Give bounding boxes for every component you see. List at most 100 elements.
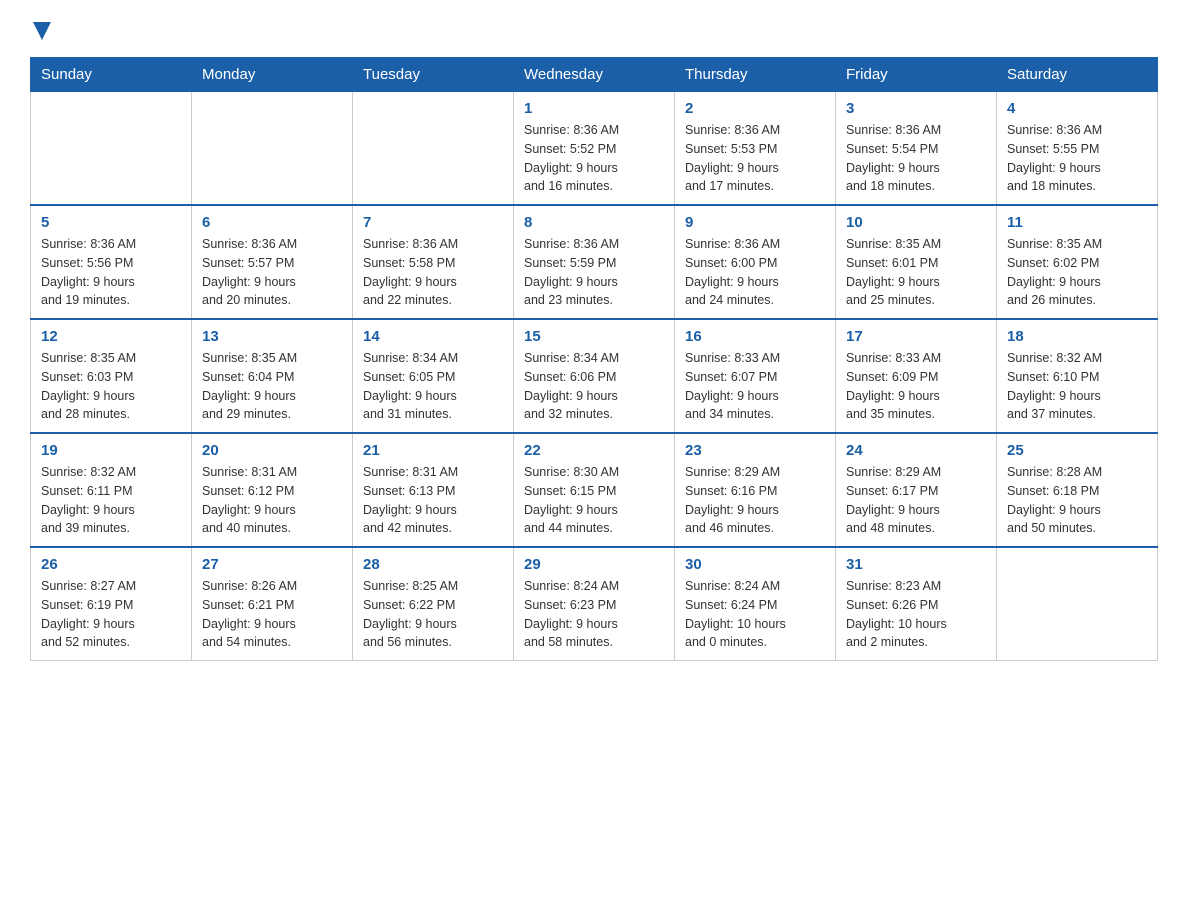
- day-info: Sunrise: 8:32 AM Sunset: 6:11 PM Dayligh…: [41, 463, 181, 538]
- day-info: Sunrise: 8:25 AM Sunset: 6:22 PM Dayligh…: [363, 577, 503, 652]
- day-info: Sunrise: 8:28 AM Sunset: 6:18 PM Dayligh…: [1007, 463, 1147, 538]
- day-number: 31: [846, 556, 986, 573]
- calendar-cell: 28 Sunrise: 8:25 AM Sunset: 6:22 PM Dayli…: [353, 547, 514, 661]
- day-info: Sunrise: 8:33 AM Sunset: 6:09 PM Dayligh…: [846, 349, 986, 424]
- calendar-cell: 27Sunrise: 8:26 AM Sunset: 6:21 PM Dayli…: [192, 547, 353, 661]
- day-number: 2: [685, 100, 825, 117]
- calendar-cell: [353, 92, 514, 206]
- day-info: Sunrise: 8:27 AM Sunset: 6:19 PM Dayligh…: [41, 577, 181, 652]
- day-number: 5: [41, 214, 181, 231]
- week-row-3: 12Sunrise: 8:35 AM Sunset: 6:03 PM Dayli…: [31, 319, 1158, 433]
- day-number: 19: [41, 442, 181, 459]
- calendar-cell: 21 Sunrise: 8:31 AM Sunset: 6:13 PM Dayli…: [353, 433, 514, 547]
- day-info: Sunrise: 8:29 AM Sunset: 6:16 PM Dayligh…: [685, 463, 825, 538]
- calendar-cell: 8Sunrise: 8:36 AM Sunset: 5:59 PM Daylig…: [514, 205, 675, 319]
- day-info: Sunrise: 8:36 AM Sunset: 5:55 PM Dayligh…: [1007, 121, 1147, 196]
- page-header: [30, 20, 1158, 41]
- day-number: 15: [524, 328, 664, 345]
- weekday-header-friday: Friday: [836, 58, 997, 92]
- day-info: Sunrise: 8:31 AM Sunset: 6:12 PM Dayligh…: [202, 463, 342, 538]
- calendar-cell: 11 Sunrise: 8:35 AM Sunset: 6:02 PM Dayli…: [997, 205, 1158, 319]
- day-info: Sunrise: 8:35 AM Sunset: 6:01 PM Dayligh…: [846, 235, 986, 310]
- calendar-cell: 16 Sunrise: 8:33 AM Sunset: 6:07 PM Dayli…: [675, 319, 836, 433]
- calendar-cell: [192, 92, 353, 206]
- day-number: 16: [685, 328, 825, 345]
- logo: [30, 20, 51, 41]
- day-number: 22: [524, 442, 664, 459]
- day-info: Sunrise: 8:36 AM Sunset: 5:56 PM Dayligh…: [41, 235, 181, 310]
- day-info: Sunrise: 8:34 AM Sunset: 6:05 PM Dayligh…: [363, 349, 503, 424]
- day-info: Sunrise: 8:35 AM Sunset: 6:03 PM Dayligh…: [41, 349, 181, 424]
- calendar-cell: 18 Sunrise: 8:32 AM Sunset: 6:10 PM Dayli…: [997, 319, 1158, 433]
- calendar-cell: 7 Sunrise: 8:36 AM Sunset: 5:58 PM Daylig…: [353, 205, 514, 319]
- logo-triangle-icon: [33, 22, 51, 40]
- day-info: Sunrise: 8:24 AM Sunset: 6:24 PM Dayligh…: [685, 577, 825, 652]
- day-number: 4: [1007, 100, 1147, 117]
- day-info: Sunrise: 8:26 AM Sunset: 6:21 PM Dayligh…: [202, 577, 342, 652]
- day-number: 13: [202, 328, 342, 345]
- calendar-cell: 2 Sunrise: 8:36 AM Sunset: 5:53 PM Daylig…: [675, 92, 836, 206]
- day-info: Sunrise: 8:31 AM Sunset: 6:13 PM Dayligh…: [363, 463, 503, 538]
- day-number: 9: [685, 214, 825, 231]
- week-row-5: 26 Sunrise: 8:27 AM Sunset: 6:19 PM Dayli…: [31, 547, 1158, 661]
- day-info: Sunrise: 8:36 AM Sunset: 5:57 PM Dayligh…: [202, 235, 342, 310]
- day-number: 24: [846, 442, 986, 459]
- day-number: 30: [685, 556, 825, 573]
- calendar-cell: 5 Sunrise: 8:36 AM Sunset: 5:56 PM Daylig…: [31, 205, 192, 319]
- calendar-cell: 15 Sunrise: 8:34 AM Sunset: 6:06 PM Dayli…: [514, 319, 675, 433]
- day-info: Sunrise: 8:36 AM Sunset: 6:00 PM Dayligh…: [685, 235, 825, 310]
- calendar-cell: 1 Sunrise: 8:36 AM Sunset: 5:52 PM Daylig…: [514, 92, 675, 206]
- day-info: Sunrise: 8:35 AM Sunset: 6:02 PM Dayligh…: [1007, 235, 1147, 310]
- day-info: Sunrise: 8:33 AM Sunset: 6:07 PM Dayligh…: [685, 349, 825, 424]
- calendar-cell: 25 Sunrise: 8:28 AM Sunset: 6:18 PM Dayli…: [997, 433, 1158, 547]
- calendar-cell: 14Sunrise: 8:34 AM Sunset: 6:05 PM Dayli…: [353, 319, 514, 433]
- weekday-header-saturday: Saturday: [997, 58, 1158, 92]
- calendar-cell: 29Sunrise: 8:24 AM Sunset: 6:23 PM Dayli…: [514, 547, 675, 661]
- day-info: Sunrise: 8:23 AM Sunset: 6:26 PM Dayligh…: [846, 577, 986, 652]
- day-number: 7: [363, 214, 503, 231]
- calendar-cell: [997, 547, 1158, 661]
- day-info: Sunrise: 8:36 AM Sunset: 5:54 PM Dayligh…: [846, 121, 986, 196]
- day-number: 21: [363, 442, 503, 459]
- day-info: Sunrise: 8:35 AM Sunset: 6:04 PM Dayligh…: [202, 349, 342, 424]
- weekday-header-row: SundayMondayTuesdayWednesdayThursdayFrid…: [31, 58, 1158, 92]
- day-number: 10: [846, 214, 986, 231]
- calendar-cell: 26 Sunrise: 8:27 AM Sunset: 6:19 PM Dayli…: [31, 547, 192, 661]
- calendar-cell: 9 Sunrise: 8:36 AM Sunset: 6:00 PM Daylig…: [675, 205, 836, 319]
- calendar-cell: 19 Sunrise: 8:32 AM Sunset: 6:11 PM Dayli…: [31, 433, 192, 547]
- day-number: 11: [1007, 214, 1147, 231]
- day-number: 26: [41, 556, 181, 573]
- day-number: 28: [363, 556, 503, 573]
- calendar-cell: 31 Sunrise: 8:23 AM Sunset: 6:26 PM Dayli…: [836, 547, 997, 661]
- day-number: 6: [202, 214, 342, 231]
- day-info: Sunrise: 8:34 AM Sunset: 6:06 PM Dayligh…: [524, 349, 664, 424]
- calendar-cell: 4 Sunrise: 8:36 AM Sunset: 5:55 PM Daylig…: [997, 92, 1158, 206]
- calendar-cell: [31, 92, 192, 206]
- day-info: Sunrise: 8:36 AM Sunset: 5:53 PM Dayligh…: [685, 121, 825, 196]
- week-row-2: 5 Sunrise: 8:36 AM Sunset: 5:56 PM Daylig…: [31, 205, 1158, 319]
- calendar-cell: 23Sunrise: 8:29 AM Sunset: 6:16 PM Dayli…: [675, 433, 836, 547]
- day-info: Sunrise: 8:24 AM Sunset: 6:23 PM Dayligh…: [524, 577, 664, 652]
- calendar-cell: 20 Sunrise: 8:31 AM Sunset: 6:12 PM Dayli…: [192, 433, 353, 547]
- day-number: 20: [202, 442, 342, 459]
- day-number: 18: [1007, 328, 1147, 345]
- weekday-header-sunday: Sunday: [31, 58, 192, 92]
- calendar-cell: 17 Sunrise: 8:33 AM Sunset: 6:09 PM Dayli…: [836, 319, 997, 433]
- day-number: 8: [524, 214, 664, 231]
- day-info: Sunrise: 8:29 AM Sunset: 6:17 PM Dayligh…: [846, 463, 986, 538]
- calendar-cell: 10 Sunrise: 8:35 AM Sunset: 6:01 PM Dayli…: [836, 205, 997, 319]
- weekday-header-wednesday: Wednesday: [514, 58, 675, 92]
- day-info: Sunrise: 8:30 AM Sunset: 6:15 PM Dayligh…: [524, 463, 664, 538]
- day-info: Sunrise: 8:36 AM Sunset: 5:52 PM Dayligh…: [524, 121, 664, 196]
- week-row-1: 1 Sunrise: 8:36 AM Sunset: 5:52 PM Daylig…: [31, 92, 1158, 206]
- day-info: Sunrise: 8:32 AM Sunset: 6:10 PM Dayligh…: [1007, 349, 1147, 424]
- day-number: 1: [524, 100, 664, 117]
- calendar-cell: 22 Sunrise: 8:30 AM Sunset: 6:15 PM Dayli…: [514, 433, 675, 547]
- weekday-header-tuesday: Tuesday: [353, 58, 514, 92]
- day-number: 25: [1007, 442, 1147, 459]
- calendar-cell: 12Sunrise: 8:35 AM Sunset: 6:03 PM Dayli…: [31, 319, 192, 433]
- day-number: 17: [846, 328, 986, 345]
- day-info: Sunrise: 8:36 AM Sunset: 5:58 PM Dayligh…: [363, 235, 503, 310]
- calendar-table: SundayMondayTuesdayWednesdayThursdayFrid…: [30, 57, 1158, 661]
- week-row-4: 19 Sunrise: 8:32 AM Sunset: 6:11 PM Dayli…: [31, 433, 1158, 547]
